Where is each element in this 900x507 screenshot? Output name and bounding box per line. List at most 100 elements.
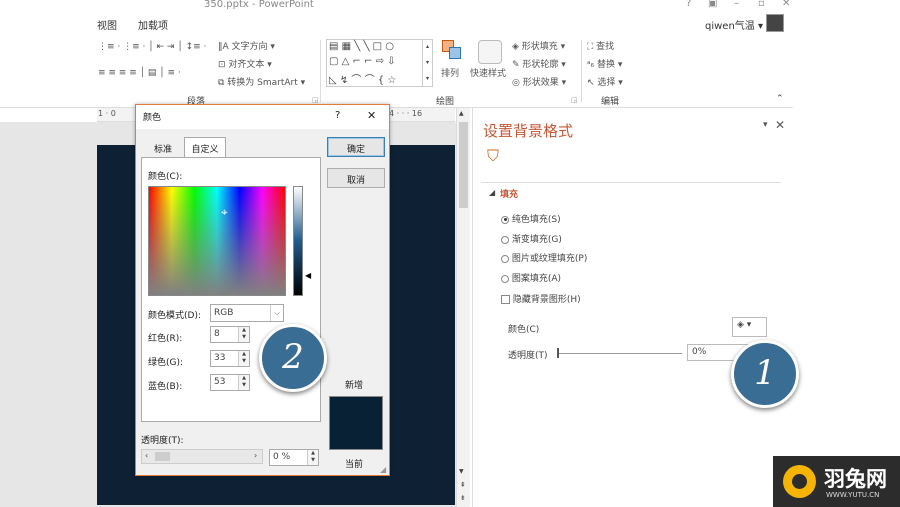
radio-icon — [501, 235, 509, 244]
help-icon[interactable]: ? — [686, 0, 691, 9]
user-account[interactable]: qiwen气温 ▾ — [705, 17, 763, 32]
spin-arrows-icon[interactable]: ▲ ▼ — [238, 375, 249, 390]
ribbon-display-icon[interactable]: ▣ — [708, 0, 717, 9]
spin-arrows-icon[interactable]: ▲ ▼ — [238, 327, 249, 342]
format-background-pane: 设置背景格式 ▾ ✕ ⛉ ◢ 填充 纯色填充(S) 渐变填充(G) 图片或纹理填… — [472, 108, 794, 507]
colors-label: 颜色(C): — [148, 172, 183, 182]
chevron-down-icon: ▾ — [746, 320, 752, 330]
pen-icon: ✎ — [512, 60, 523, 70]
avatar[interactable] — [766, 14, 784, 32]
dialog-titlebar: 颜色 ? ✕ — [136, 105, 389, 129]
scroll-down-icon[interactable]: ▼ — [459, 468, 464, 475]
pane-options-icon[interactable]: ▾ — [763, 120, 768, 130]
color-spectrum[interactable]: ⌖ — [148, 186, 286, 296]
shape-outline-button[interactable]: ✎ 形状轮廓 ▾ — [512, 57, 566, 70]
collapse-ribbon-icon[interactable]: ⌃ — [776, 94, 784, 104]
color-mode-select[interactable]: RGB ⌵ — [210, 304, 284, 322]
vertical-scrollbar[interactable]: ▲ ▼ ⇞ ⇟ — [456, 108, 470, 507]
paint-bucket-icon: ◈ — [512, 42, 522, 52]
logo-name: 羽兔网 — [824, 467, 887, 491]
radio-icon — [501, 274, 509, 283]
color-picker-button[interactable]: ◈ ▾ — [732, 317, 767, 337]
ok-button[interactable]: 确定 — [327, 137, 385, 157]
drawing-launcher-icon[interactable]: ◲ — [571, 96, 578, 104]
watermark-logo: 羽兔网 WWW.YUTU.CN — [773, 456, 900, 507]
dialog-transparency-input[interactable]: 0 % ▲ ▼ — [269, 449, 319, 466]
find-button[interactable]: ⛶ 查找 — [587, 39, 614, 52]
luminance-bar[interactable] — [293, 186, 303, 296]
prev-slide-icon[interactable]: ⇞ — [460, 481, 466, 489]
convert-smartart-button[interactable]: ⧉ 转换为 SmartArt ▾ — [218, 75, 305, 88]
color-preview — [329, 396, 383, 450]
shape-effects-button[interactable]: ◎ 形状效果 ▾ — [512, 75, 566, 88]
blue-input[interactable]: 53 ▲ ▼ — [210, 374, 250, 391]
gallery-scroll-icon[interactable]: ▴ ▾ ▾ — [422, 39, 432, 87]
align-buttons-icon[interactable]: ≡ ≡ ≡ ≡ │ ▤ │ ≡ · — [98, 68, 181, 78]
scroll-thumb[interactable] — [459, 122, 468, 208]
pane-close-icon[interactable]: ✕ — [775, 118, 785, 132]
shape-fill-button[interactable]: ◈ 形状填充 ▾ — [512, 39, 565, 52]
slider-thumb[interactable] — [557, 348, 559, 358]
text-direction-button[interactable]: ‖A 文字方向 ▾ — [218, 39, 275, 52]
pattern-fill-option[interactable]: 图案填充(A) — [501, 271, 561, 284]
pane-divider — [481, 182, 781, 183]
shapes-row1-icon: ▤ ▦ ╲ ╲ □ ○ — [329, 41, 395, 52]
cursor-icon: ↖ — [587, 78, 598, 88]
tab-custom[interactable]: 自定义 — [184, 137, 226, 157]
quick-styles-button[interactable]: 快速样式 — [470, 66, 506, 79]
gradient-fill-option[interactable]: 渐变填充(G) — [501, 232, 562, 245]
dialog-close-icon[interactable]: ✕ — [367, 109, 376, 122]
replace-button[interactable]: ᵃ₆ 替换 ▾ — [587, 57, 622, 70]
slider-right-icon[interactable]: › — [254, 451, 257, 460]
shapes-row3-icon: ◺ ↯ ⌒ ⌒ { ☆ — [329, 75, 397, 86]
cancel-button[interactable]: 取消 — [327, 168, 385, 188]
tab-view[interactable]: 视图 — [97, 17, 117, 32]
menu-bar: 视图 加载项 qiwen气温 ▾ — [0, 14, 900, 36]
slider-left-icon[interactable]: ‹ — [145, 451, 148, 460]
chevron-down-icon: ⌵ — [270, 305, 283, 321]
minimize-icon[interactable]: – — [734, 0, 739, 9]
shapes-gallery[interactable]: ▤ ▦ ╲ ╲ □ ○ ▢ △ ⌐ ⌐ ⇨ ⇩ ◺ ↯ ⌒ ⌒ { ☆ — [326, 39, 433, 87]
hide-graphics-checkbox[interactable]: 隐藏背景图形(H) — [501, 292, 581, 305]
fill-tab-icon[interactable]: ⛉ — [487, 146, 499, 166]
select-button[interactable]: ↖ 选择 ▾ — [587, 75, 623, 88]
dialog-help-icon[interactable]: ? — [335, 110, 340, 121]
blue-label: 蓝色(B): — [148, 382, 183, 392]
next-slide-icon[interactable]: ⇟ — [460, 494, 466, 502]
tab-addins[interactable]: 加载项 — [138, 17, 168, 32]
scroll-up-icon[interactable]: ▲ — [459, 110, 464, 117]
luminance-arrow-icon[interactable]: ◀ — [305, 271, 311, 280]
list-buttons-icon[interactable]: ⋮≡ · ⋮≡ · │ ⇤ ⇥ │ ↕≡ · — [98, 42, 206, 52]
drawing-group-label: 绘图 — [436, 97, 455, 107]
close-window-icon[interactable]: ✕ — [782, 0, 790, 9]
align-text-icon: ⊡ — [218, 60, 229, 70]
picture-fill-option[interactable]: 图片或纹理填充(P) — [501, 251, 587, 264]
dialog-transparency-slider[interactable]: ‹ › — [141, 449, 263, 464]
effects-icon: ◎ — [512, 78, 523, 88]
rabbit-logo-icon — [783, 465, 816, 498]
shapes-row2-icon: ▢ △ ⌐ ⌐ ⇨ ⇩ — [329, 56, 396, 67]
editing-group-label: 编辑 — [601, 97, 620, 107]
fill-section-header[interactable]: 填充 — [500, 187, 518, 200]
transparency-label: 透明度(T) — [508, 351, 548, 361]
paragraph-launcher-icon[interactable]: ◲ — [312, 96, 319, 104]
crosshair-icon: ⌖ — [221, 205, 228, 219]
resize-grip-icon[interactable]: ◢ — [380, 465, 386, 474]
slider-thumb[interactable] — [155, 452, 170, 461]
maximize-icon[interactable]: ▫ — [758, 0, 765, 9]
red-input[interactable]: 8 ▲ ▼ — [210, 326, 250, 343]
green-input[interactable]: 33 ▲ ▼ — [210, 350, 250, 367]
arrange-icon — [442, 40, 462, 60]
transparency-slider[interactable] — [557, 353, 682, 354]
align-text-button[interactable]: ⊡ 对齐文本 ▾ — [218, 57, 272, 70]
collapse-fill-icon[interactable]: ◢ — [489, 188, 495, 197]
arrange-button[interactable]: 排列 — [441, 66, 459, 79]
spin-arrows-icon[interactable]: ▲ ▼ — [238, 351, 249, 366]
current-color-label: 当前 — [345, 460, 364, 470]
tab-standard[interactable]: 标准 — [146, 139, 180, 156]
pane-title: 设置背景格式 — [483, 122, 574, 140]
dialog-transparency-label: 透明度(T): — [141, 436, 184, 446]
radio-icon — [501, 254, 509, 263]
solid-fill-option[interactable]: 纯色填充(S) — [501, 212, 561, 225]
spin-arrows-icon[interactable]: ▲ ▼ — [307, 450, 318, 465]
